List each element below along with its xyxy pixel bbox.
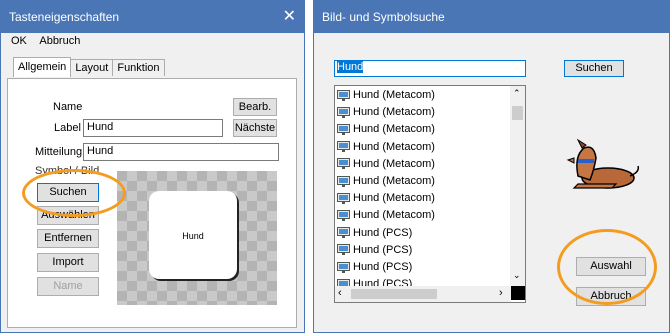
monitor-icon (337, 106, 350, 118)
search-input-value: Hund (337, 61, 364, 73)
properties-titlebar: Tasteneigenschaften ✕ (1, 1, 304, 33)
properties-window: Tasteneigenschaften ✕ OK Abbruch Allgeme… (0, 0, 305, 333)
scroll-right-icon[interactable]: › (499, 287, 503, 299)
name-label: Name (53, 101, 83, 113)
key-preview: Hund (149, 191, 237, 279)
search-input[interactable]: Hund (334, 60, 526, 77)
scroll-left-icon[interactable]: ‹ (338, 287, 342, 299)
name-button: Name (37, 277, 99, 296)
result-item-label: Hund (Metacom) (353, 106, 435, 119)
highlight-circle-search (22, 169, 126, 217)
hscroll-thumb[interactable] (351, 289, 437, 299)
symbol-search-titlebar: Bild- und Symbolsuche (314, 1, 669, 33)
result-item[interactable]: Hund (PCS) (337, 242, 412, 259)
key-preview-text: Hund (182, 231, 204, 241)
result-item-label: Hund (PCS) (353, 261, 413, 273)
tab-function[interactable]: Funktion (112, 59, 165, 76)
vertical-scrollbar[interactable]: ⌃ ⌄ (510, 86, 525, 286)
symbol-search-window: Bild- und Symbolsuche Hund Suchen Hund (… (313, 0, 670, 333)
message-field[interactable]: Hund (83, 143, 279, 161)
result-item[interactable]: Hund (Metacom) (337, 87, 435, 104)
result-item-label: Hund (PCS) (353, 243, 413, 256)
monitor-icon (337, 158, 350, 170)
label-label: Label (54, 122, 81, 134)
result-item-label: Hund (Metacom) (353, 175, 435, 187)
result-item[interactable]: Hund (Metacom) (337, 156, 435, 173)
result-item-label: Hund (PCS) (353, 226, 413, 239)
result-item[interactable]: Hund (Metacom) (337, 104, 435, 121)
monitor-icon (337, 209, 350, 221)
results-list[interactable]: Hund (Metacom) Hund (Metacom) Hund (Metaco… (334, 85, 526, 303)
result-item-label: Hund (Metacom) (353, 140, 435, 153)
result-item-label: Hund (Metacom) (353, 123, 435, 136)
result-item[interactable]: Hund (Metacom) (337, 207, 435, 224)
dog-icon (564, 136, 644, 196)
monitor-icon (337, 175, 350, 187)
result-item[interactable]: Hund (Metacom) (337, 121, 435, 138)
result-item-label: Hund (Metacom) (353, 209, 435, 222)
result-item[interactable]: Hund (PCS) (337, 259, 412, 276)
import-button[interactable]: Import (37, 253, 99, 272)
result-item-label: Hund (Metacom) (353, 89, 435, 101)
edit-button[interactable]: Bearb. (233, 98, 277, 116)
monitor-icon (337, 244, 350, 256)
scroll-thumb[interactable] (512, 106, 523, 120)
color-swatch (511, 286, 525, 300)
horizontal-scrollbar[interactable]: ‹ › (335, 286, 511, 302)
search-submit-button[interactable]: Suchen (564, 60, 624, 77)
label-field[interactable]: Hund (83, 119, 223, 137)
monitor-icon (337, 141, 350, 153)
remove-button[interactable]: Entfernen (37, 229, 99, 248)
result-item-label: Hund (Metacom) (353, 157, 435, 170)
highlight-circle-select (557, 229, 657, 305)
tab-layout[interactable]: Layout (70, 59, 114, 76)
result-item-label: Hund (Metacom) (353, 192, 435, 205)
monitor-icon (337, 89, 350, 101)
menu-cancel[interactable]: Abbruch (39, 35, 80, 47)
tab-general[interactable]: Allgemein (13, 57, 72, 77)
close-icon[interactable]: ✕ (283, 6, 296, 26)
message-label: Mitteilung (35, 146, 83, 158)
result-item[interactable]: Hund (Metacom) (337, 139, 435, 156)
next-button[interactable]: Nächste (233, 119, 277, 137)
properties-window-title: Tasteneigenschaften (9, 10, 120, 24)
scroll-down-icon[interactable]: ⌄ (513, 270, 521, 281)
result-item[interactable]: Hund (Metacom) (337, 190, 435, 207)
monitor-icon (337, 227, 350, 239)
menu-ok[interactable]: OK (11, 35, 27, 47)
monitor-icon (337, 261, 350, 273)
result-item[interactable]: Hund (Metacom) (337, 173, 435, 190)
tab-strip: Allgemein Layout Funktion (13, 57, 165, 78)
menu-bar: OK Abbruch (11, 35, 90, 47)
symbol-search-title: Bild- und Symbolsuche (322, 10, 445, 24)
result-item[interactable]: Hund (PCS) (337, 225, 412, 242)
monitor-icon (337, 192, 350, 204)
scroll-up-icon[interactable]: ⌃ (513, 88, 521, 99)
monitor-icon (337, 123, 350, 135)
